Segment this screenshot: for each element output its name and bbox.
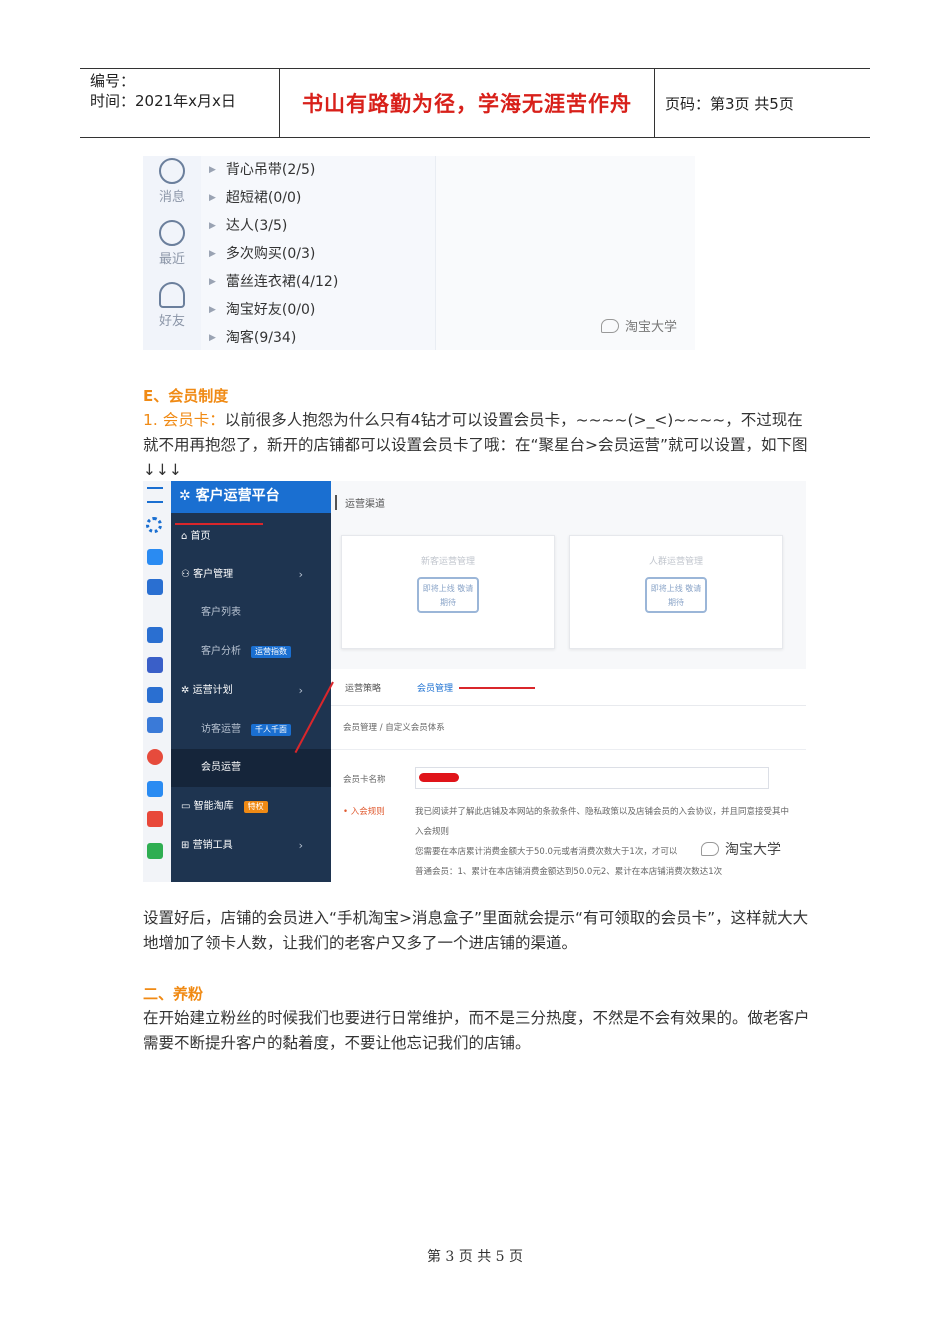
caret-right-icon: ▶ [209,305,216,315]
rule-line: 我已阅读并了解此店铺及本网站的条款条件、隐私政策以及店铺会员的入会协议，并且同意… [415,807,790,817]
rail-item-messages: 消息 [143,158,201,205]
header-motto: 书山有路勤为径，学海无涯苦作舟 [302,91,632,116]
contacts-screenshot: 消息 最近 好友 ▶ 背心吊带(2/5) ▶ 超短裙(0/0) ▶ 达人(3/5) ▶… [143,156,695,350]
page-footer: 第 3 页 共 5 页 [426,1249,524,1265]
channel-card[interactable]: 人群运营管理 即将上线 敬请期待 [569,535,783,649]
after-screenshot-paragraph: 设置好后，店铺的会员进入“手机淘宝>消息盒子”里面就会提示“有可领取的会员卡”，… [143,909,809,952]
user-icon [147,657,163,673]
section-two-heading: 二、养粉 [143,985,204,1003]
nav-item-customer-list[interactable]: 客户列表 [171,594,331,632]
coming-soon-stamp: 即将上线 敬请期待 [417,577,479,613]
header-meta: 编号： 时间：2021年x月x日 [80,69,280,137]
coming-soon-stamp: 即将上线 敬请期待 [645,577,707,613]
tab-operation-strategy[interactable]: 运营策略 [345,681,381,694]
chat-bubble-icon [159,158,185,184]
header-page-info: 页码：第3页 共5页 [665,94,794,113]
wechat-logo-icon [701,842,719,856]
chat-icon [147,627,163,643]
section-two-paragraph: 在开始建立粉丝的时候我们也要进行日常维护，而不是三分热度，不然是不会有效果的。做… [143,1009,810,1052]
chart-icon [147,843,163,859]
rule-line: 普通会员：1、累计在本店铺消费金额达到50.0元2、累计在本店铺消费次数达1次 [415,867,723,877]
caret-right-icon: ▶ [209,249,216,259]
gift-icon: ⊞ [181,840,190,851]
nav-item-customer-analysis[interactable]: 客户分析 运营指数 [171,633,331,671]
member-management-panel: 运营策略 会员管理 会员管理 / 自定义会员体系 会员卡名称 • 入会规则 我已… [331,669,806,882]
card-icon [147,579,163,595]
bag-icon [147,549,163,565]
rail-item-friends: 好友 [143,282,201,329]
section-e-paragraph: 1. 会员卡：以前很多人抱怨为什么只有4钻才可以设置会员卡，~~~~(>_<)~… [143,411,808,479]
list-item: ▶ 背心吊带(2/5) [209,162,316,178]
watermark: 淘宝大学 [600,316,677,335]
contacts-empty-panel: 淘宝大学 [436,156,695,350]
nav-tag: 特权 [243,801,268,813]
annotation-arrow [459,687,535,689]
caret-right-icon: ▶ [209,277,216,287]
home-icon: ⌂ [181,531,188,542]
list-item: ▶ 超短裙(0/0) [209,190,302,206]
spinner-icon [146,517,162,533]
inbox-icon: ▭ [181,801,191,812]
nav-tag: 运营指数 [251,646,291,658]
nav-item-customer-management[interactable]: ⚇ 客户管理 › [171,556,331,594]
list-item: ▶ 蕾丝连衣裙(4/12) [209,274,339,290]
member-card-lead: 1. 会员卡： [143,411,225,429]
menu-icon [147,487,163,503]
list-item: ▶ 多次购买(0/3) [209,246,316,262]
header-motto-cell: 书山有路勤为径，学海无涯苦作舟 [280,69,655,137]
wechat-logo-icon [600,318,619,333]
chevron-right-icon: › [298,839,303,852]
clock-icon [159,220,185,246]
annotation-arrow [175,523,263,525]
shield-icon [147,811,163,827]
contact-group-list: ▶ 背心吊带(2/5) ▶ 超短裙(0/0) ▶ 达人(3/5) ▶ 多次购买(0/3)… [201,156,436,350]
square-icon [147,687,163,703]
list-icon [147,717,163,733]
watermark: 淘宝大学 [701,839,781,859]
member-card-name-input[interactable] [415,767,769,789]
number-label: 编号： [90,72,136,90]
tab-member-management[interactable]: 会员管理 [417,681,453,694]
list-item: ▶ 淘客(9/34) [209,330,297,346]
caret-right-icon: ▶ [209,193,216,203]
platform-sidebar: ✲ 客户运营平台 ⌂ 首页 ⚇ 客户管理 › 客户列表 客户分析 运营指数 ✲ 运营… [171,481,331,882]
app-icon-rail [143,481,171,882]
share-icon [147,781,163,797]
section-e-heading: E、会员制度 [143,387,229,405]
nav-item-operation-plan[interactable]: ✲ 运营计划 › [171,672,331,710]
divider [331,749,806,750]
section-title: 运营渠道 [335,495,385,510]
caret-right-icon: ▶ [209,221,216,231]
person-icon [159,282,185,308]
nav-item-smart-library[interactable]: ▭ 智能淘库 特权 [171,788,331,826]
chevron-right-icon: › [298,684,303,697]
tab-bar: 运营策略 会员管理 [331,669,806,706]
nav-item-member-operation[interactable]: 会员运营 [171,749,331,787]
contacts-rail: 消息 最近 好友 [143,156,202,350]
platform-screenshot: ✲ 客户运营平台 ⌂ 首页 ⚇ 客户管理 › 客户列表 客户分析 运营指数 ✲ 运营… [143,481,806,882]
rule-line: 您需要在本店累计消费金额大于50.0元或者消费次数大于1次，才可以 [415,847,678,857]
nav-item-marketing-tools[interactable]: ⊞ 营销工具 › [171,827,331,865]
platform-brand: ✲ 客户运营平台 [171,481,331,513]
list-item: ▶ 淘宝好友(0/0) [209,302,316,318]
channel-card[interactable]: 新客运营管理 即将上线 敬请期待 [341,535,555,649]
list-item: ▶ 达人(3/5) [209,218,288,234]
caret-right-icon: ▶ [209,333,216,343]
chevron-right-icon: › [298,568,303,581]
people-icon: ⚇ [181,569,190,580]
breadcrumb: 会员管理 / 自定义会员体系 [343,723,445,733]
rail-item-recent: 最近 [143,220,201,267]
caret-right-icon: ▶ [209,165,216,175]
gear-icon: ✲ [181,685,190,696]
platform-main: 运营渠道 新客运营管理 即将上线 敬请期待 人群运营管理 即将上线 敬请期待 运… [331,481,806,882]
nav-tag: 千人千面 [251,724,291,736]
field-label: 会员卡名称 [343,775,386,785]
rule-label: • 入会规则 [343,807,385,817]
rule-line: 入会规则 [415,827,450,837]
alert-icon [147,749,163,765]
time-label: 时间：2021年x月x日 [90,92,236,110]
page-header: 编号： 时间：2021年x月x日 书山有路勤为径，学海无涯苦作舟 页码：第3页 … [80,68,870,138]
redaction-mark [419,773,459,782]
